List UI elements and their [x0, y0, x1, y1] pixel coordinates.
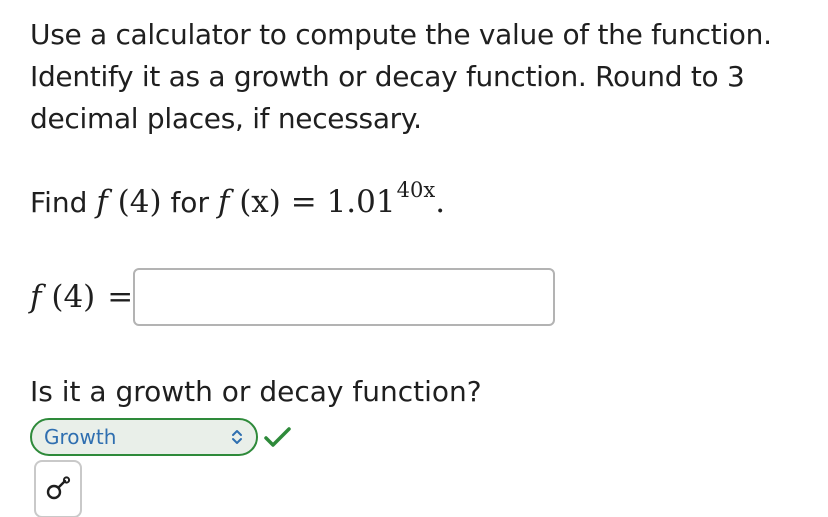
answer-input[interactable] [133, 268, 556, 326]
find-arg: (4) [117, 184, 162, 220]
growth-decay-select[interactable]: Growth [30, 418, 258, 456]
func-period: . [435, 184, 446, 220]
find-target: f (4) [96, 184, 161, 220]
key-symbol-button[interactable] [34, 460, 82, 517]
growth-decay-prompt: Is it a growth or decay function? [30, 375, 482, 408]
func-equals: = [290, 184, 317, 220]
answer-f-name: f [30, 279, 42, 315]
func-name: f [217, 184, 230, 220]
answer-arg: (4) [51, 279, 96, 315]
find-word: Find [30, 186, 88, 219]
answer-lhs: f (4) [30, 279, 95, 315]
checkmark-icon [264, 427, 291, 447]
question-instructions: Use a calculator to compute the value of… [30, 18, 772, 135]
answer-row: f (4) = [30, 268, 556, 326]
for-word: for [170, 186, 209, 219]
function-definition: f (x) = 1.0140x. [217, 178, 446, 220]
growth-decay-select-row: Growth [30, 418, 292, 456]
answer-equals: = [107, 279, 134, 315]
up-down-chevron-icon [232, 430, 242, 444]
func-base: 1.01 [326, 184, 396, 220]
key-symbol-icon [46, 476, 71, 500]
select-value: Growth [44, 425, 117, 449]
find-f-name: f [96, 184, 108, 220]
func-exponent: 40x [396, 178, 436, 202]
find-expression: Find f (4) for f (x) = 1.0140x. [30, 178, 445, 229]
func-arg: (x) [239, 184, 281, 220]
